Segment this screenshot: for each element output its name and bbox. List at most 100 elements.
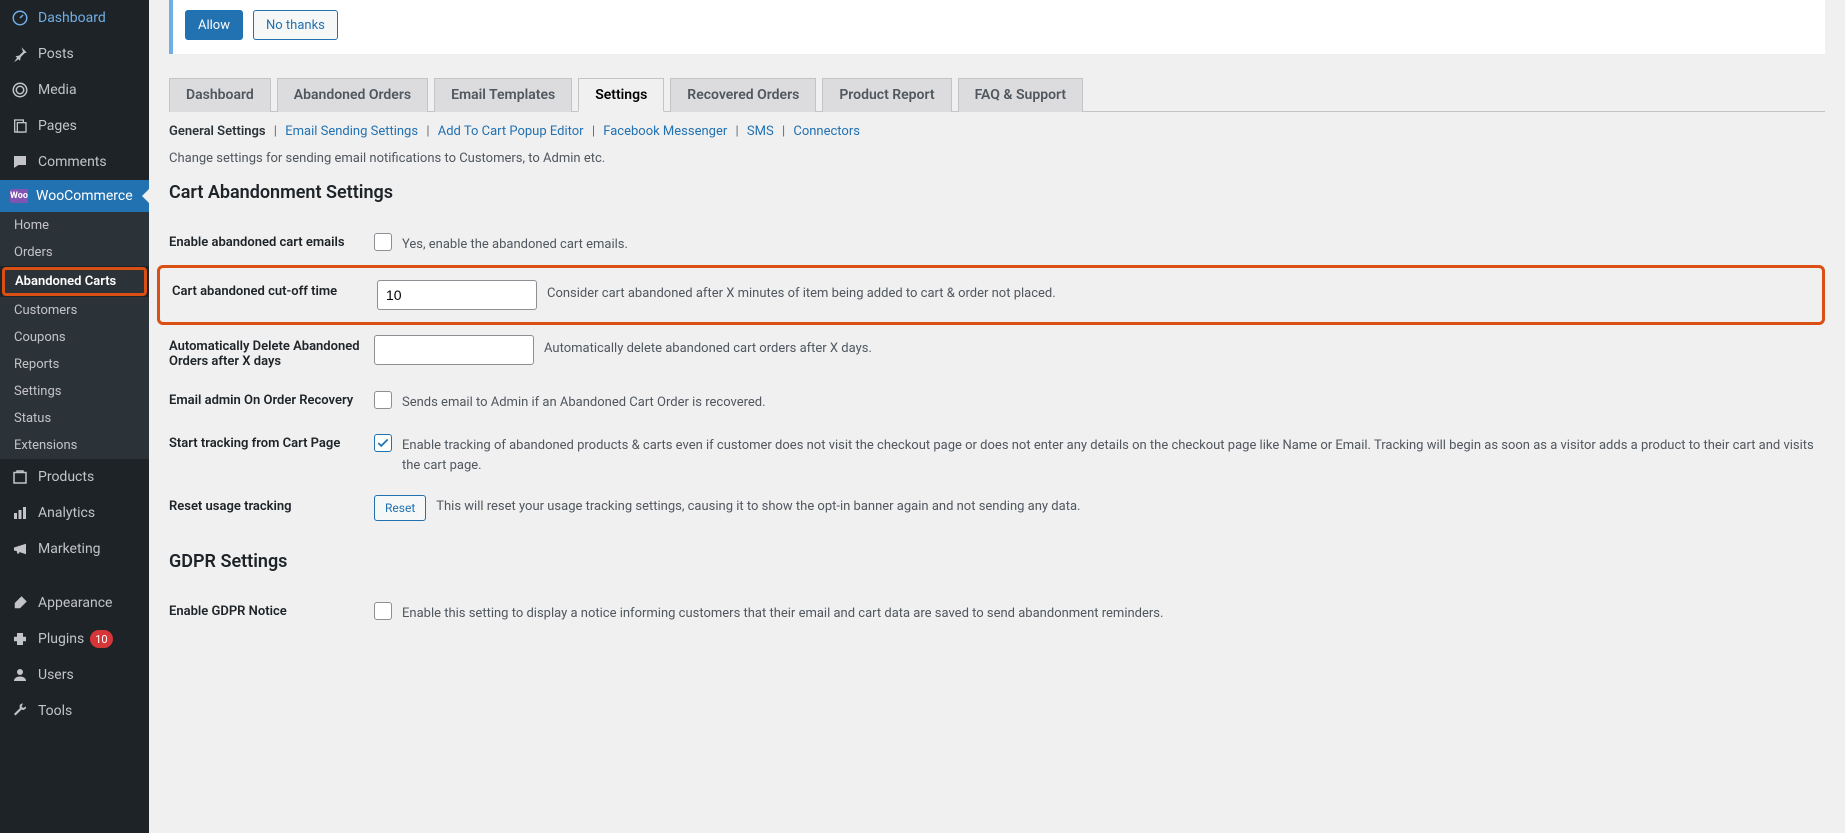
tab-product-report[interactable]: Product Report: [822, 78, 951, 112]
label-gdpr-notice: Enable GDPR Notice: [169, 600, 374, 619]
media-icon: [10, 80, 30, 100]
row-enable-emails: Enable abandoned cart emails Yes, enable…: [169, 221, 1825, 265]
desc-enable-emails: Yes, enable the abandoned cart emails.: [402, 231, 628, 255]
label-tracking: Start tracking from Cart Page: [169, 432, 374, 451]
products-icon: [10, 467, 30, 487]
row-cutoff-time: Cart abandoned cut-off time Consider car…: [157, 265, 1825, 325]
sidebar-sub-coupons[interactable]: Coupons: [0, 324, 149, 351]
pin-icon: [10, 44, 30, 64]
sidebar-item-label: Media: [38, 82, 77, 98]
page-icon: [10, 116, 30, 136]
checkbox-gdpr-notice[interactable]: [374, 602, 392, 620]
sidebar-sub-customers[interactable]: Customers: [0, 297, 149, 324]
sidebar-item-label: Plugins: [38, 631, 84, 647]
analytics-icon: [10, 503, 30, 523]
nothanks-button[interactable]: No thanks: [253, 10, 338, 40]
brush-icon: [10, 593, 30, 613]
tab-recovered-orders[interactable]: Recovered Orders: [670, 78, 816, 112]
allow-button[interactable]: Allow: [185, 10, 243, 40]
woo-icon: Woo: [10, 189, 28, 203]
sidebar-item-label: Analytics: [38, 505, 95, 521]
section-title-gdpr: GDPR Settings: [169, 551, 1825, 572]
user-icon: [10, 665, 30, 685]
sidebar-item-posts[interactable]: Posts: [0, 36, 149, 72]
sidebar-item-pages[interactable]: Pages: [0, 108, 149, 144]
checkbox-tracking[interactable]: [374, 434, 392, 452]
settings-subnav: General Settings | Email Sending Setting…: [169, 112, 1825, 151]
tab-abandoned-orders[interactable]: Abandoned Orders: [277, 78, 428, 112]
row-tracking: Start tracking from Cart Page Enable tra…: [169, 422, 1825, 485]
sidebar-item-dashboard[interactable]: Dashboard: [0, 0, 149, 36]
sidebar-item-label: Pages: [38, 118, 77, 134]
plugins-update-badge: 10: [90, 630, 112, 648]
input-auto-delete[interactable]: [374, 335, 534, 365]
subnav-connectors[interactable]: Connectors: [793, 124, 860, 139]
comment-icon: [10, 152, 30, 172]
sidebar-item-media[interactable]: Media: [0, 72, 149, 108]
sidebar-sub-reports[interactable]: Reports: [0, 351, 149, 378]
sidebar-sub-abandoned-carts[interactable]: Abandoned Carts: [2, 267, 147, 296]
sidebar-item-label: Products: [38, 469, 94, 485]
desc-email-admin: Sends email to Admin if an Abandoned Car…: [402, 389, 766, 413]
sidebar-item-label: Tools: [38, 703, 72, 719]
row-reset: Reset usage tracking Reset This will res…: [169, 485, 1825, 531]
checkbox-email-admin[interactable]: [374, 391, 392, 409]
settings-tabs: Dashboard Abandoned Orders Email Templat…: [169, 74, 1825, 112]
sidebar-item-label: Posts: [38, 46, 74, 62]
subnav-sms[interactable]: SMS: [747, 124, 774, 139]
section-title-cart-abandonment: Cart Abandonment Settings: [169, 182, 1825, 203]
sidebar-sub-home[interactable]: Home: [0, 212, 149, 239]
row-gdpr-notice: Enable GDPR Notice Enable this setting t…: [169, 590, 1825, 634]
subnav-general[interactable]: General Settings: [169, 124, 266, 139]
reset-button[interactable]: Reset: [374, 495, 426, 521]
sidebar-sub-status[interactable]: Status: [0, 405, 149, 432]
sidebar-sub-settings[interactable]: Settings: [0, 378, 149, 405]
sidebar-item-tools[interactable]: Tools: [0, 693, 149, 729]
sidebar-sub-extensions[interactable]: Extensions: [0, 432, 149, 459]
sidebar-item-comments[interactable]: Comments: [0, 144, 149, 180]
sidebar-item-woocommerce[interactable]: Woo WooCommerce: [0, 180, 149, 212]
desc-auto-delete: Automatically delete abandoned cart orde…: [544, 335, 872, 359]
subnav-atc-popup[interactable]: Add To Cart Popup Editor: [438, 124, 584, 139]
tab-email-templates[interactable]: Email Templates: [434, 78, 572, 112]
plug-icon: [10, 629, 30, 649]
desc-gdpr-notice: Enable this setting to display a notice …: [402, 600, 1163, 624]
sidebar-item-users[interactable]: Users: [0, 657, 149, 693]
input-cutoff-time[interactable]: [377, 280, 537, 310]
wrench-icon: [10, 701, 30, 721]
tab-settings[interactable]: Settings: [578, 78, 664, 112]
sidebar-item-appearance[interactable]: Appearance: [0, 585, 149, 621]
label-cutoff: Cart abandoned cut-off time: [160, 280, 377, 299]
sidebar-item-marketing[interactable]: Marketing: [0, 531, 149, 567]
tab-dashboard[interactable]: Dashboard: [169, 78, 271, 112]
main-content: Allow No thanks Dashboard Abandoned Orde…: [149, 0, 1845, 833]
marketing-icon: [10, 539, 30, 559]
row-email-admin: Email admin On Order Recovery Sends emai…: [169, 379, 1825, 423]
label-enable-emails: Enable abandoned cart emails: [169, 231, 374, 250]
row-auto-delete: Automatically Delete Abandoned Orders af…: [169, 325, 1825, 379]
desc-cutoff: Consider cart abandoned after X minutes …: [547, 280, 1056, 304]
sidebar-item-products[interactable]: Products: [0, 459, 149, 495]
label-email-admin: Email admin On Order Recovery: [169, 389, 374, 408]
sidebar-item-label: WooCommerce: [36, 188, 133, 204]
sidebar-item-label: Dashboard: [38, 10, 106, 26]
gauge-icon: [10, 8, 30, 28]
optin-notice: Allow No thanks: [169, 0, 1825, 54]
sidebar-item-label: Marketing: [38, 541, 101, 557]
label-reset: Reset usage tracking: [169, 495, 374, 514]
subnav-email-sending[interactable]: Email Sending Settings: [285, 124, 418, 139]
sidebar-item-label: Comments: [38, 154, 107, 170]
label-auto-delete: Automatically Delete Abandoned Orders af…: [169, 335, 374, 369]
desc-tracking: Enable tracking of abandoned products & …: [402, 432, 1825, 475]
desc-reset: This will reset your usage tracking sett…: [436, 495, 1080, 517]
sidebar-item-label: Appearance: [38, 595, 112, 611]
subnav-fb-messenger[interactable]: Facebook Messenger: [603, 124, 727, 139]
tab-faq-support[interactable]: FAQ & Support: [958, 78, 1084, 112]
sidebar-sub-orders[interactable]: Orders: [0, 239, 149, 266]
sidebar-item-label: Users: [38, 667, 74, 683]
admin-sidebar: Dashboard Posts Media Pages Comments: [0, 0, 149, 833]
sidebar-item-analytics[interactable]: Analytics: [0, 495, 149, 531]
checkbox-enable-emails[interactable]: [374, 233, 392, 251]
sidebar-item-plugins[interactable]: Plugins 10: [0, 621, 149, 657]
settings-description: Change settings for sending email notifi…: [169, 151, 1825, 166]
